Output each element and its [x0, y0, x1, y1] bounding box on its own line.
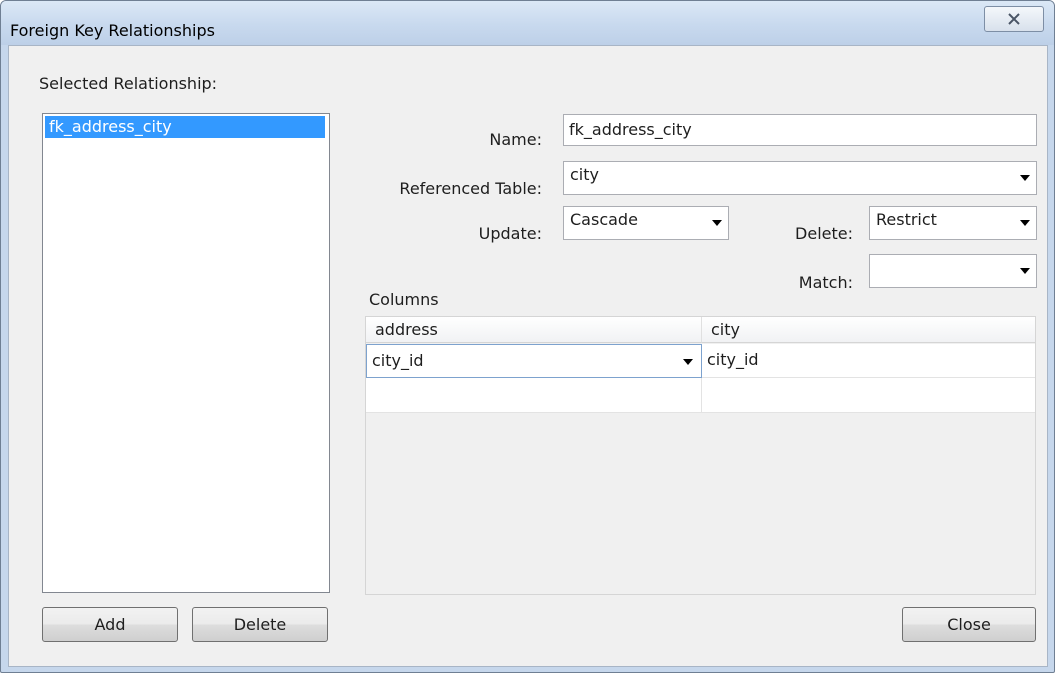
columns-label: Columns: [369, 290, 439, 309]
match-select[interactable]: [869, 254, 1037, 288]
chevron-down-icon: [1020, 268, 1030, 274]
close-icon: [1008, 10, 1020, 29]
delete-relationship-button[interactable]: Delete: [192, 607, 328, 642]
column-header-address[interactable]: address: [366, 317, 702, 343]
delete-rule-label: Delete:: [795, 224, 853, 243]
referenced-table-select[interactable]: city: [563, 161, 1037, 195]
close-button[interactable]: Close: [902, 607, 1036, 642]
title-bar: Foreign Key Relationships: [1, 1, 1054, 45]
dialog-window: Foreign Key Relationships Selected Relat…: [0, 0, 1055, 673]
column-header-city[interactable]: city: [702, 317, 1035, 343]
relationship-list[interactable]: fk_address_city: [42, 113, 330, 593]
selected-relationship-label: Selected Relationship:: [39, 74, 218, 93]
referenced-table-value: city: [570, 165, 599, 184]
dialog-body: Selected Relationship: fk_address_city A…: [8, 45, 1048, 667]
address-column-cell-empty[interactable]: [366, 378, 702, 413]
list-item[interactable]: fk_address_city: [45, 116, 325, 138]
update-label: Update:: [478, 224, 542, 243]
cell-value: city_id: [372, 351, 424, 370]
columns-grid[interactable]: address city city_id city_id: [365, 316, 1036, 595]
chevron-down-icon: [1020, 220, 1030, 226]
grid-header: address city: [366, 317, 1035, 344]
city-column-cell-empty[interactable]: [702, 378, 1035, 413]
update-value: Cascade: [570, 210, 638, 229]
delete-rule-value: Restrict: [876, 210, 937, 229]
add-button[interactable]: Add: [42, 607, 178, 642]
match-label: Match:: [798, 273, 853, 292]
address-column-cell[interactable]: city_id: [366, 344, 702, 378]
name-field[interactable]: fk_address_city: [563, 114, 1037, 146]
update-select[interactable]: Cascade: [563, 206, 729, 240]
chevron-down-icon: [683, 359, 693, 365]
window-title: Foreign Key Relationships: [10, 21, 215, 40]
referenced-table-label: Referenced Table:: [399, 179, 542, 198]
window-close-button[interactable]: [984, 6, 1044, 32]
chevron-down-icon: [712, 220, 722, 226]
name-label: Name:: [489, 130, 542, 149]
city-column-cell[interactable]: city_id: [702, 344, 1035, 378]
chevron-down-icon: [1020, 175, 1030, 181]
delete-rule-select[interactable]: Restrict: [869, 206, 1037, 240]
